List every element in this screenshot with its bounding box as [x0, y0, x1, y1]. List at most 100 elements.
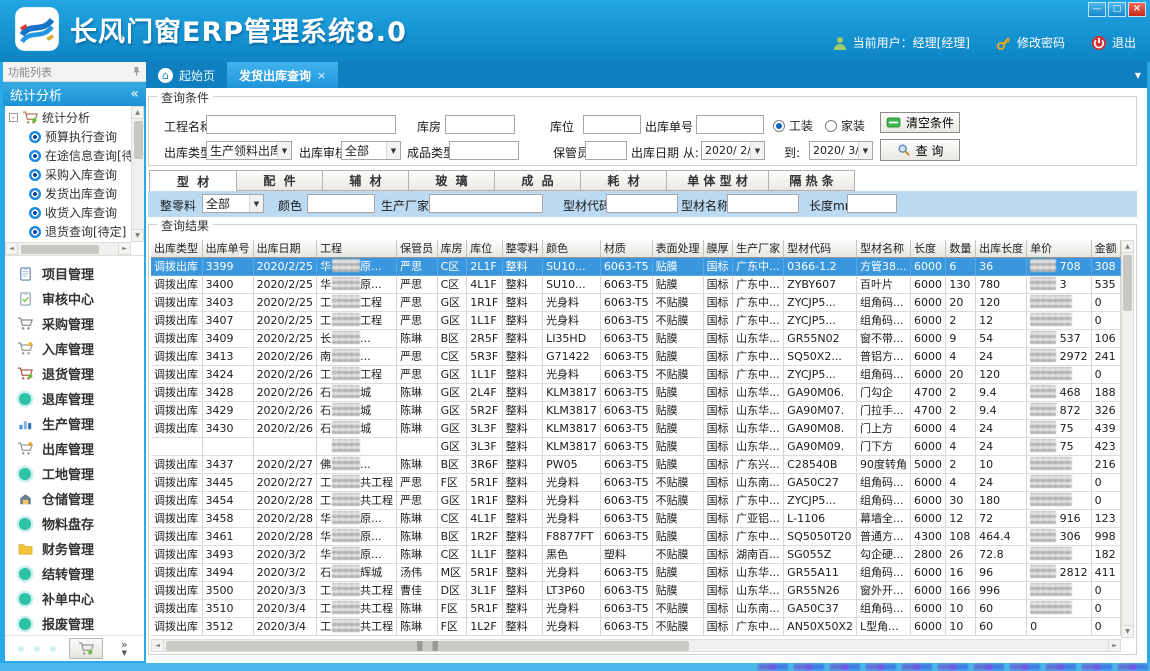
sidebar-item-chart[interactable]: 生产管理: [5, 411, 144, 436]
product-type-input[interactable]: [449, 141, 519, 160]
radio-engineering[interactable]: 工装: [773, 117, 813, 134]
tree-item[interactable]: 预算执行查询: [9, 127, 131, 146]
table-row[interactable]: 调拨出库34242020/2/26工工程严思G区1L1F整料光身料6063-T5…: [151, 365, 1121, 383]
grid-column-header[interactable]: 出库日期: [253, 240, 317, 257]
sidebar-item-cart-return[interactable]: 退货管理: [5, 361, 144, 386]
table-row[interactable]: 调拨出库34612020/2/28华原...陈琳B区1R2F整料F8877FT6…: [151, 527, 1121, 545]
sidebar-item-cart-in[interactable]: 入库管理: [5, 336, 144, 361]
grid-column-header[interactable]: 材质: [600, 240, 652, 257]
sidebar-item-circle[interactable]: 补单中心: [5, 586, 144, 611]
tree-item[interactable]: 收货入库查询: [9, 203, 131, 222]
footer-cart-button[interactable]: [69, 638, 103, 659]
change-password-button[interactable]: 修改密码: [996, 34, 1065, 51]
expander-icon[interactable]: -: [9, 113, 18, 122]
table-row[interactable]: 调拨出库34932020/3/2华原...陈琳C区1L1F整料黑色塑料不贴膜国标…: [151, 545, 1121, 563]
tree-item[interactable]: 在途信息查询[待: [9, 146, 131, 165]
scroll-right-icon[interactable]: ►: [1108, 639, 1121, 652]
table-row[interactable]: 调拨出库34292020/2/26石城陈琳G区5R2F整料KLM38176063…: [151, 401, 1121, 419]
table-row[interactable]: 调拨出库35102020/3/4工共工程陈琳F区5R1F整料光身料6063-T5…: [151, 599, 1121, 617]
material-tab[interactable]: 单 体 型 材: [667, 170, 769, 191]
order-no-input[interactable]: [696, 115, 764, 134]
table-row[interactable]: 调拨出库34942020/3/2石辉城汤伟M区5R1F整料光身料6063-T5贴…: [151, 563, 1121, 581]
sidebar-item-folder[interactable]: 财务管理: [5, 536, 144, 561]
keeper-input[interactable]: [585, 141, 627, 160]
date-from-select[interactable]: 2020/ 2/16 ▼: [701, 141, 765, 160]
material-tab[interactable]: 型 材: [149, 170, 237, 192]
tab-shipping-outbound-query[interactable]: 发货出库查询×: [227, 62, 338, 88]
tree-hscroll-thumb[interactable]: [21, 245, 99, 254]
grid-column-header[interactable]: 出库单号: [202, 240, 253, 257]
sidebar-item-circle[interactable]: 结转管理: [5, 561, 144, 586]
table-row[interactable]: 调拨出库34072020/2/25工工程严思G区1L1F整料光身料6063-T5…: [151, 311, 1121, 329]
tree-root-statistics[interactable]: -统计分析: [9, 108, 131, 127]
table-row[interactable]: 调拨出库34282020/2/26石城陈琳G区2L4F整料KLM38176063…: [151, 383, 1121, 401]
material-tab[interactable]: 辅 材: [323, 170, 409, 191]
scroll-left-icon[interactable]: ◄: [5, 242, 18, 255]
location-input[interactable]: [583, 115, 641, 134]
search-button[interactable]: 查 询: [880, 139, 960, 161]
grid-column-header[interactable]: 出库类型: [151, 240, 202, 257]
color-input[interactable]: [307, 194, 375, 213]
table-row[interactable]: G区3L3F整料KLM38176063-T5贴膜国标山东华...GA90M09.…: [151, 437, 1121, 455]
material-tab[interactable]: 玻 璃: [409, 170, 495, 191]
scroll-left-icon[interactable]: ◄: [151, 639, 164, 652]
sidebar-item-cart[interactable]: 采购管理: [5, 311, 144, 336]
warehouse-input[interactable]: [445, 115, 515, 134]
table-row[interactable]: 调拨出库34302020/2/26石城陈琳G区3L3F整料KLM38176063…: [151, 419, 1121, 437]
sidebar-item-clipboard-check[interactable]: 审核中心: [5, 286, 144, 311]
grid-column-header[interactable]: 金额: [1091, 240, 1120, 257]
length-input[interactable]: [847, 194, 897, 213]
collapse-icon[interactable]: «: [130, 86, 139, 102]
material-tab[interactable]: 配 件: [237, 170, 323, 191]
sidebar-item-circle[interactable]: 工地管理: [5, 461, 144, 486]
grid-column-header[interactable]: 保管员: [397, 240, 438, 257]
grid-column-header[interactable]: 表面处理: [652, 240, 703, 257]
radio-home[interactable]: 家装: [825, 117, 865, 134]
sidebar-item-warehouse[interactable]: 仓储管理: [5, 486, 144, 511]
grid-column-header[interactable]: 整零料: [502, 240, 542, 257]
minimize-button[interactable]: —: [1088, 2, 1106, 17]
grid-vscroll-thumb[interactable]: [1123, 255, 1132, 311]
profile-code-input[interactable]: [606, 194, 678, 213]
grid-column-header[interactable]: 生产厂家: [733, 240, 784, 257]
scroll-up-icon[interactable]: ▲: [1121, 240, 1134, 253]
table-row[interactable]: 调拨出库34372020/2/27佛...陈琳B区3R6F整料PW056063-…: [151, 455, 1121, 473]
scroll-down-icon[interactable]: ▼: [1121, 625, 1134, 638]
table-row[interactable]: 调拨出库34542020/2/28工共工程严思G区1R1F整料光身料6063-T…: [151, 491, 1121, 509]
tab-start-page[interactable]: ⌂起始页: [146, 62, 227, 88]
whole-piece-select[interactable]: 全部 ▼: [202, 194, 264, 213]
scroll-right-icon[interactable]: ►: [118, 242, 131, 255]
table-row[interactable]: 调拨出库34002020/2/25华原...严思C区4L1F整料SU10...6…: [151, 275, 1121, 293]
table-row[interactable]: 调拨出库34132020/2/26南...严思C区5R3F整料G71422606…: [151, 347, 1121, 365]
grid-hscroll-thumb[interactable]: [166, 641, 689, 651]
audit-select[interactable]: 全部 ▼: [341, 141, 401, 160]
scroll-down-icon[interactable]: ▼: [131, 229, 144, 242]
sidebar-item-circle[interactable]: 退库管理: [5, 386, 144, 411]
close-button[interactable]: ×: [1128, 2, 1146, 17]
table-row[interactable]: 调拨出库33992020/2/25华原...严思C区2L1F整料SU10...6…: [151, 257, 1121, 275]
grid-column-header[interactable]: 长度: [911, 240, 946, 257]
grid-column-header[interactable]: 型材名称: [857, 240, 911, 257]
table-row[interactable]: 调拨出库35122020/3/4工共工程陈琳F区1L2F整料光身料6063-T5…: [151, 617, 1121, 635]
table-row[interactable]: 调拨出库34032020/2/25工工程严思G区1R1F整料光身料6063-T5…: [151, 293, 1121, 311]
sidebar-item-circle[interactable]: 物料盘存: [5, 511, 144, 536]
grid-column-header[interactable]: 膜厚: [703, 240, 733, 257]
maximize-button[interactable]: □: [1108, 2, 1126, 17]
material-tab[interactable]: 隔 热 条: [769, 170, 855, 191]
tree-item[interactable]: 采购入库查询: [9, 165, 131, 184]
clear-conditions-button[interactable]: 清空条件: [880, 112, 960, 133]
grid-column-header[interactable]: 数量: [946, 240, 976, 257]
overflow-chevron-icon[interactable]: »▼: [121, 640, 128, 658]
grid-column-header[interactable]: 库房: [437, 240, 467, 257]
pin-icon[interactable]: [132, 66, 141, 77]
grid-column-header[interactable]: 出库长度: [976, 240, 1027, 257]
material-tab[interactable]: 耗 材: [581, 170, 667, 191]
scroll-up-icon[interactable]: ▲: [131, 106, 144, 119]
tree-item[interactable]: 退货查询[待定]: [9, 222, 131, 241]
table-row[interactable]: 调拨出库35002020/3/3工共工程曹佳D区3L1F整料LT3P606063…: [151, 581, 1121, 599]
sidebar-item-cart-out[interactable]: 出库管理: [5, 436, 144, 461]
table-row[interactable]: 调拨出库34092020/2/25长...陈琳B区2R5F整料LI35HD606…: [151, 329, 1121, 347]
close-icon[interactable]: ×: [317, 69, 326, 82]
grid-column-header[interactable]: 库位: [467, 240, 502, 257]
grid-column-header[interactable]: 工程: [317, 240, 397, 257]
